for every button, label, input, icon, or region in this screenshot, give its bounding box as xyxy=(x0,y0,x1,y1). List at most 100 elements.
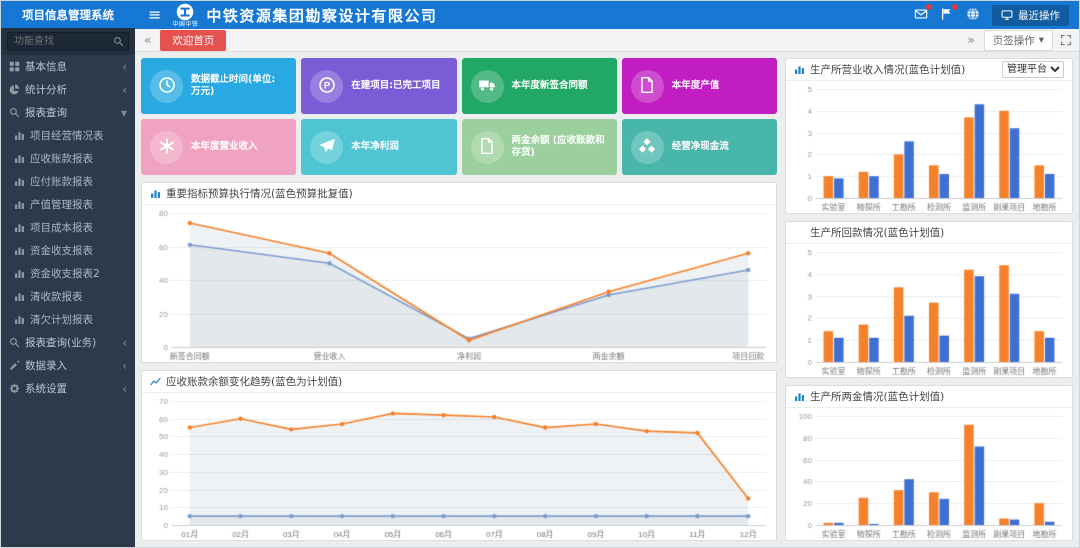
stat-card-label: 本年度新签合同额 xyxy=(512,80,588,92)
card-output-value[interactable]: 本年度产值 xyxy=(622,58,777,114)
sidebar-report-item[interactable]: 应付账款报表 xyxy=(1,170,135,193)
sidebar-report-item[interactable]: 项目成本报表 xyxy=(1,216,135,239)
panel-dept-revenue: 生产所营业收入情况(蓝色计划值) 管理平台 xyxy=(785,58,1073,214)
sidebar-report-item[interactable]: 资金收支报表2 xyxy=(1,262,135,285)
search-icon xyxy=(9,337,20,348)
stat-card-label: 本年度产值 xyxy=(672,80,720,92)
platform-select[interactable]: 管理平台 xyxy=(1002,61,1064,78)
tab-welcome[interactable]: 欢迎首页 xyxy=(160,30,226,51)
card-data-deadline[interactable]: 数据截止时间(单位: 万元) xyxy=(141,58,296,114)
function-search-input[interactable] xyxy=(7,32,129,51)
bar-chart-icon xyxy=(14,268,25,279)
grid-icon xyxy=(9,61,20,72)
panel-title: 重要指标预算执行情况(蓝色预算批复值) xyxy=(166,186,353,201)
recent-operations-label: 最近操作 xyxy=(1018,8,1060,23)
sidebar-item-label: 清收款报表 xyxy=(30,289,83,304)
p-circle-icon: P xyxy=(310,70,343,103)
notification-badge xyxy=(926,4,932,10)
bar-chart-icon xyxy=(14,176,25,187)
sidebar-item-basic-info[interactable]: 基本信息 ‹ xyxy=(1,55,135,78)
mail-icon[interactable] xyxy=(914,7,928,24)
sidebar-item-label: 应付账款报表 xyxy=(30,174,93,189)
globe-icon[interactable] xyxy=(966,7,980,24)
recent-operations-button[interactable]: 最近操作 xyxy=(992,5,1069,26)
card-net-profit[interactable]: 本年净利润 xyxy=(301,119,456,175)
tabs-scroll-right-icon[interactable]: » xyxy=(965,33,976,47)
bar-chart-icon xyxy=(14,130,25,141)
sidebar-item-label: 清欠计划报表 xyxy=(30,312,93,327)
sidebar-item-label: 数据录入 xyxy=(25,358,67,373)
cubes-icon xyxy=(631,131,664,164)
logo-text: 中国中铁 xyxy=(172,22,198,28)
paper-plane-icon xyxy=(794,227,805,238)
bar-chart-icon xyxy=(794,64,805,75)
bar-chart-icon xyxy=(14,245,25,256)
bar-chart-icon xyxy=(14,199,25,210)
sidebar-item-label: 产值管理报表 xyxy=(30,197,93,212)
sidebar-item-label: 资金收支报表2 xyxy=(30,266,100,281)
chevron-left-icon: ‹ xyxy=(122,383,127,395)
chevron-left-icon: ‹ xyxy=(122,360,127,372)
flag-icon[interactable] xyxy=(940,7,954,24)
pie-chart-icon xyxy=(9,84,20,95)
stat-card-label: 在建项目:已完工项目 xyxy=(351,80,440,92)
app-root: 项目信息管理系统 基本信息 ‹ 统计分析 ‹ 报表查询 ▾ 项目经营情况表 xyxy=(0,0,1080,548)
chevron-down-icon: ▾ xyxy=(121,107,127,119)
sidebar-report-item[interactable]: 资金收支报表 xyxy=(1,239,135,262)
tab-bar: « 欢迎首页 » 页签操作 ▾ xyxy=(135,29,1079,52)
fullscreen-icon[interactable] xyxy=(1060,34,1072,46)
card-two-funds-balance[interactable]: 两金余额 (应收账款和存货) xyxy=(462,119,617,175)
truck-icon xyxy=(471,70,504,103)
sidebar-search xyxy=(1,28,135,55)
sidebar-item-label: 项目经营情况表 xyxy=(30,128,104,143)
sidebar-menu: 基本信息 ‹ 统计分析 ‹ 报表查询 ▾ 项目经营情况表 应收账款报表 应付账款… xyxy=(1,55,135,547)
sidebar-item-reports[interactable]: 报表查询 ▾ xyxy=(1,101,135,124)
receivables-trend-chart xyxy=(142,393,776,540)
sidebar: 项目信息管理系统 基本信息 ‹ 统计分析 ‹ 报表查询 ▾ 项目经营情况表 xyxy=(1,1,135,547)
stat-card-label: 数据截止时间(单位: 万元) xyxy=(191,74,287,99)
sidebar-report-item[interactable]: 应收账款报表 xyxy=(1,147,135,170)
stat-cards: 数据截止时间(单位: 万元) P 在建项目:已完工项目 本年度新签合同额 本年度… xyxy=(141,58,777,175)
tabs-scroll-left-icon[interactable]: « xyxy=(142,33,153,47)
card-projects-in-progress[interactable]: P 在建项目:已完工项目 xyxy=(301,58,456,114)
bar-chart-icon xyxy=(150,188,161,199)
sidebar-report-item[interactable]: 清欠计划报表 xyxy=(1,308,135,331)
sidebar-report-item[interactable]: 项目经营情况表 xyxy=(1,124,135,147)
company-logo: 中国中铁 xyxy=(172,3,198,28)
panel-receivables-trend: 应收账款余额变化趋势(蓝色为计划值) xyxy=(141,370,777,541)
sidebar-item-data-entry[interactable]: 数据录入 ‹ xyxy=(1,354,135,377)
svg-text:P: P xyxy=(324,80,331,91)
topbar-actions: 最近操作 xyxy=(914,5,1069,26)
sidebar-item-label: 报表查询(业务) xyxy=(25,335,96,350)
sidebar-item-label: 项目成本报表 xyxy=(30,220,93,235)
sidebar-item-reports-business[interactable]: 报表查询(业务) ‹ xyxy=(1,331,135,354)
sidebar-item-statistics[interactable]: 统计分析 ‹ xyxy=(1,78,135,101)
menu-toggle-icon[interactable]: ≡ xyxy=(145,7,164,23)
bar-chart-icon xyxy=(14,153,25,164)
chevron-left-icon: ‹ xyxy=(122,61,127,73)
chevron-left-icon: ‹ xyxy=(122,337,127,349)
sidebar-item-label: 基本信息 xyxy=(25,59,67,74)
sidebar-item-label: 报表查询 xyxy=(25,105,67,120)
stat-card-label: 经营净现金流 xyxy=(672,141,729,153)
card-new-contracts[interactable]: 本年度新签合同额 xyxy=(462,58,617,114)
topbar: ≡ 中国中铁 中铁资源集团勘察设计有限公司 最近操作 xyxy=(135,1,1079,29)
tab-operations-dropdown[interactable]: 页签操作 ▾ xyxy=(984,30,1053,51)
card-operating-revenue[interactable]: 本年度营业收入 xyxy=(141,119,296,175)
panel-dept-two-funds: 生产所两金情况(蓝色计划值) xyxy=(785,385,1073,541)
panel-title: 生产所回款情况(蓝色计划值) xyxy=(810,225,944,240)
sidebar-report-item[interactable]: 产值管理报表 xyxy=(1,193,135,216)
search-icon xyxy=(9,107,20,118)
sidebar-item-system-settings[interactable]: 系统设置 ‹ xyxy=(1,377,135,400)
sidebar-report-item[interactable]: 清收款报表 xyxy=(1,285,135,308)
card-net-cashflow[interactable]: 经营净现金流 xyxy=(622,119,777,175)
dept-two-funds-chart xyxy=(786,408,1072,540)
budget-execution-chart xyxy=(142,205,776,362)
monitor-icon xyxy=(1001,9,1013,21)
bar-chart-icon xyxy=(794,391,805,402)
line-chart-icon xyxy=(150,376,161,387)
panel-title: 生产所营业收入情况(蓝色计划值) xyxy=(810,62,965,77)
bar-chart-icon xyxy=(14,314,25,325)
sidebar-item-label: 资金收支报表 xyxy=(30,243,93,258)
file-icon xyxy=(471,131,504,164)
